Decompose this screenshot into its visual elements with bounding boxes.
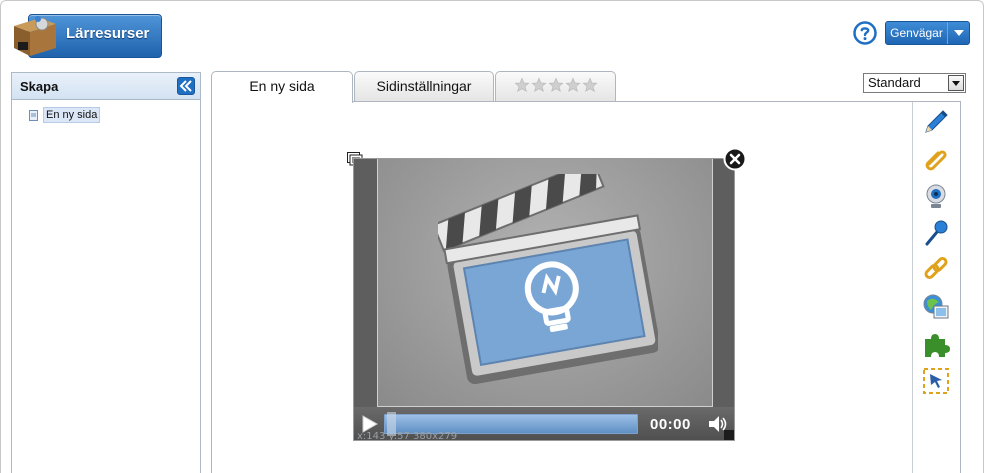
video-clapperboard-icon: [438, 174, 658, 384]
tab-rating[interactable]: [495, 71, 616, 102]
link-icon: [924, 257, 948, 279]
star-icon[interactable]: [564, 77, 581, 93]
create-panel-title: Skapa: [20, 79, 59, 94]
view-select[interactable]: Standard: [863, 73, 966, 93]
chevron-down-icon[interactable]: [947, 22, 969, 44]
create-panel: Skapa En ny sida: [11, 72, 201, 473]
double-chevron-left-icon: [179, 80, 192, 92]
star-icon[interactable]: [513, 77, 530, 93]
star-icon[interactable]: [581, 77, 598, 93]
webcam-tool-button[interactable]: [919, 179, 953, 213]
resize-handle[interactable]: [724, 430, 734, 440]
create-panel-header: Skapa: [12, 73, 200, 100]
paperclip-icon: [925, 150, 947, 171]
plugin-tool-button[interactable]: [919, 327, 953, 361]
shortcuts-label: Genvägar: [890, 26, 943, 40]
position-readout: x:143 y:57 380x279: [357, 431, 458, 442]
star-icon[interactable]: [530, 77, 547, 93]
pencil-icon: [925, 110, 948, 133]
video-player[interactable]: 00:00: [353, 158, 735, 441]
video-placeholder: [377, 159, 713, 407]
tree-item-page[interactable]: En ny sida: [29, 107, 101, 123]
collapse-panel-button[interactable]: [177, 77, 195, 95]
tab-page-settings[interactable]: Sidinställningar: [354, 71, 494, 102]
help-icon[interactable]: [853, 21, 877, 45]
tab-page-settings-label: Sidinställningar: [376, 78, 472, 94]
attachment-tool-button[interactable]: [919, 142, 953, 176]
view-select-value: Standard: [868, 75, 921, 90]
toolbar-divider: [912, 102, 913, 473]
page-icon: [29, 109, 38, 121]
microphone-tool-button[interactable]: [919, 216, 953, 250]
logo-text: Lärresurser: [66, 25, 150, 42]
select-tool-button[interactable]: [919, 364, 953, 398]
close-icon[interactable]: [723, 147, 747, 171]
image-icon: [923, 294, 949, 319]
puzzle-icon: [925, 334, 950, 357]
microphone-icon: [925, 220, 948, 246]
webcam-icon: [926, 184, 946, 208]
chevron-down-icon[interactable]: [948, 75, 964, 91]
logo-box-icon: [14, 16, 56, 56]
time-display: 00:00: [650, 416, 691, 433]
shortcuts-button[interactable]: Genvägar: [885, 21, 970, 45]
tab-new-page-label: En ny sida: [249, 78, 315, 94]
app-logo[interactable]: Lärresurser: [10, 12, 162, 60]
tab-new-page[interactable]: En ny sida: [211, 71, 353, 103]
pencil-tool-button[interactable]: [919, 105, 953, 139]
image-tool-button[interactable]: [919, 290, 953, 324]
tree-item-label: En ny sida: [43, 107, 101, 123]
link-tool-button[interactable]: [919, 253, 953, 287]
star-icon[interactable]: [547, 77, 564, 93]
select-icon: [923, 368, 949, 394]
rating-stars: [496, 72, 615, 93]
